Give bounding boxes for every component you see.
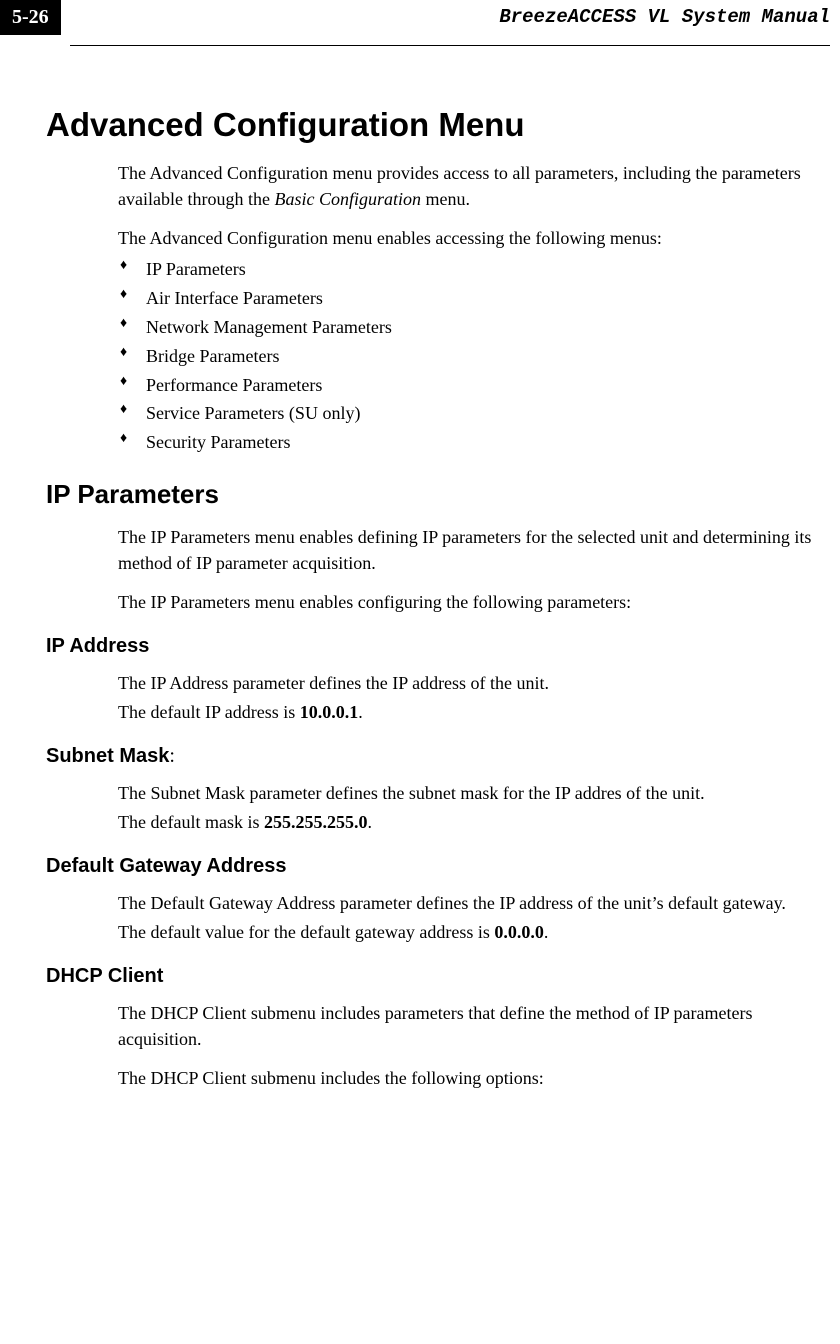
list-item: Network Management Parameters xyxy=(118,313,824,342)
default-mask: 255.255.255.0 xyxy=(264,812,368,832)
default-gateway: 0.0.0.0 xyxy=(494,922,544,942)
gateway-line2: The default value for the default gatewa… xyxy=(118,919,824,945)
list-item: Bridge Parameters xyxy=(118,342,824,371)
list-item: Security Parameters xyxy=(118,428,824,457)
page-content: Advanced Configuration Menu The Advanced… xyxy=(0,46,840,1091)
ip-address-line2: The default IP address is 10.0.0.1. xyxy=(118,699,824,725)
h3-subnet-mask: Subnet Mask: xyxy=(46,745,830,768)
subnet-mask-line1: The Subnet Mask parameter defines the su… xyxy=(118,780,824,806)
list-item: IP Parameters xyxy=(118,255,824,284)
ip-params-block: The IP Parameters menu enables defining … xyxy=(118,524,824,615)
h3-ip-address: IP Address xyxy=(46,635,830,658)
manual-page: 5-26 BreezeACCESS VL System Manual Advan… xyxy=(0,0,840,1344)
dhcp-p1: The DHCP Client submenu includes paramet… xyxy=(118,1000,824,1053)
ip-address-line1: The IP Address parameter defines the IP … xyxy=(118,670,824,696)
list-item: Service Parameters (SU only) xyxy=(118,399,824,428)
intro-paragraph-1: The Advanced Configuration menu provides… xyxy=(118,160,824,213)
basic-config-italic: Basic Configuration xyxy=(274,189,421,209)
subnet-mask-block: The Subnet Mask parameter defines the su… xyxy=(118,780,824,835)
ip-params-p2: The IP Parameters menu enables configuri… xyxy=(118,589,824,615)
h1-advanced-config: Advanced Configuration Menu xyxy=(46,106,830,144)
page-number-badge: 5-26 xyxy=(0,0,61,35)
h3-dhcp-client: DHCP Client xyxy=(46,965,830,988)
subnet-mask-line2: The default mask is 255.255.255.0. xyxy=(118,809,824,835)
default-ip: 10.0.0.1 xyxy=(300,702,359,722)
dhcp-block: The DHCP Client submenu includes paramet… xyxy=(118,1000,824,1091)
gateway-block: The Default Gateway Address parameter de… xyxy=(118,890,824,945)
h3-default-gateway: Default Gateway Address xyxy=(46,855,830,878)
intro-paragraph-2: The Advanced Configuration menu enables … xyxy=(118,225,824,251)
list-item: Air Interface Parameters xyxy=(118,284,824,313)
page-number: 5-26 xyxy=(12,6,49,28)
page-header: 5-26 BreezeACCESS VL System Manual xyxy=(70,0,830,46)
h2-ip-parameters: IP Parameters xyxy=(46,479,830,510)
menu-list: IP Parameters Air Interface Parameters N… xyxy=(118,255,824,457)
list-item: Performance Parameters xyxy=(118,371,824,400)
ip-params-p1: The IP Parameters menu enables defining … xyxy=(118,524,824,577)
gateway-line1: The Default Gateway Address parameter de… xyxy=(118,890,824,916)
dhcp-p2: The DHCP Client submenu includes the fol… xyxy=(118,1065,824,1091)
ip-address-block: The IP Address parameter defines the IP … xyxy=(118,670,824,725)
intro-block: The Advanced Configuration menu provides… xyxy=(118,160,824,457)
manual-title: BreezeACCESS VL System Manual xyxy=(499,6,830,28)
